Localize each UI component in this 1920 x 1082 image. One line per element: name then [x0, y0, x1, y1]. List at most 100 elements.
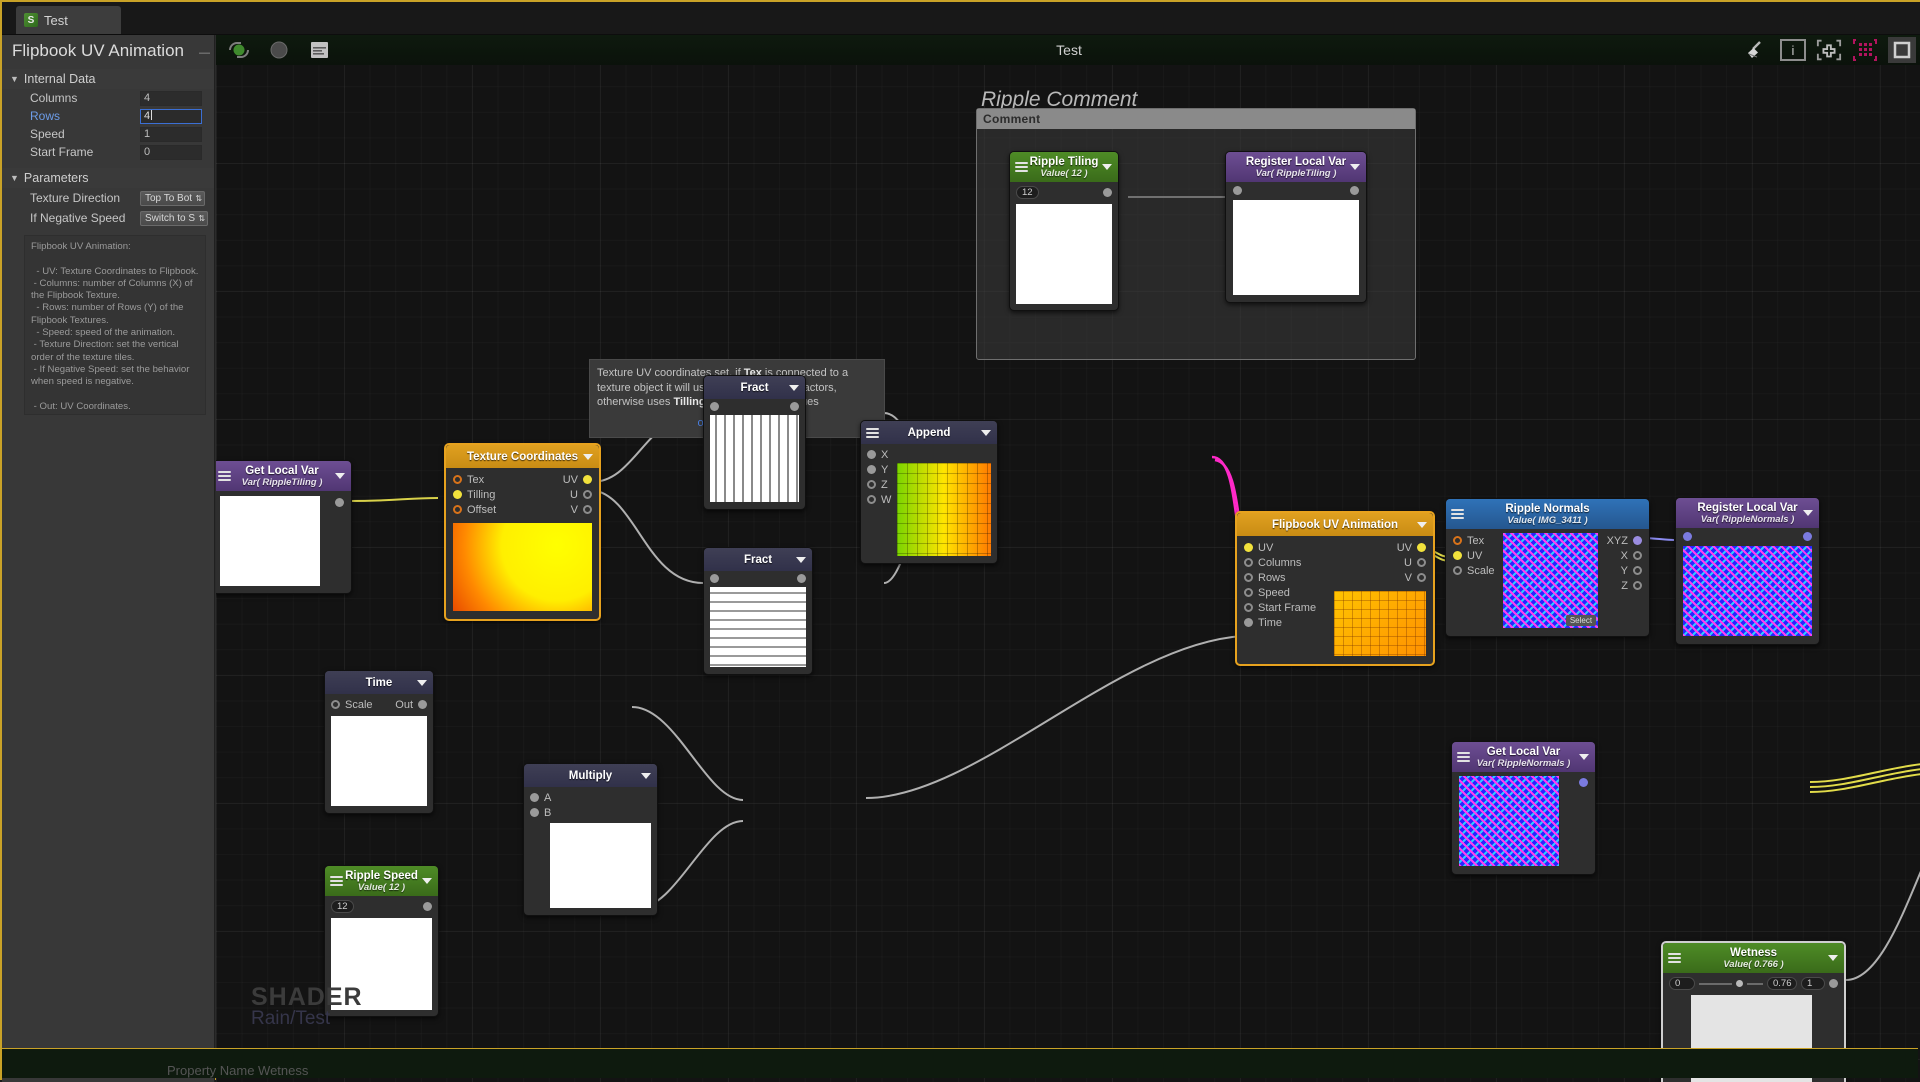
port-tilling[interactable]: Tilling — [453, 487, 496, 502]
port-dot[interactable] — [530, 808, 539, 817]
port-dot[interactable] — [867, 450, 876, 459]
info-icon[interactable]: i — [1780, 39, 1806, 61]
input-port[interactable] — [1233, 186, 1242, 195]
port-dot[interactable] — [867, 495, 876, 504]
chevron-down-icon[interactable] — [1102, 164, 1112, 170]
node-get-local-var-tiling[interactable]: Get Local Var Var( RippleTiling ) — [216, 460, 352, 594]
wetness-slider-knob[interactable] — [1736, 980, 1743, 987]
port-dot[interactable] — [1633, 536, 1642, 545]
chevron-down-icon[interactable] — [583, 453, 593, 460]
port-dot[interactable] — [867, 480, 876, 489]
node-time[interactable]: Time Scale Out — [324, 670, 434, 814]
chevron-down-icon[interactable] — [417, 679, 427, 686]
port-a[interactable]: A — [530, 790, 651, 805]
port-xyz[interactable]: XYZ — [1607, 533, 1642, 548]
port-dot[interactable] — [1244, 558, 1253, 567]
property-row-start-frame[interactable]: Start Frame 0 — [2, 143, 214, 161]
property-row-speed[interactable]: Speed 1 — [2, 125, 214, 143]
port-tex[interactable]: Tex — [1453, 533, 1495, 548]
node-get-local-var-normals[interactable]: Get Local Var Var( RippleNormals ) — [1451, 741, 1596, 875]
port-dot[interactable] — [418, 700, 427, 709]
node-header[interactable]: Register Local Var Var( RippleTiling ) — [1226, 152, 1366, 182]
lock-icon[interactable]: — — [199, 47, 210, 59]
port-scale[interactable]: Scale — [1453, 563, 1495, 578]
port-offset[interactable]: Offset — [453, 502, 496, 517]
port-time[interactable]: Time — [1244, 615, 1316, 630]
port-uv-out[interactable]: UV — [1334, 540, 1426, 555]
port-dot[interactable] — [1453, 551, 1462, 560]
port-dot[interactable] — [453, 505, 462, 514]
node-header[interactable]: Time — [325, 671, 433, 694]
port-dot[interactable] — [1244, 573, 1253, 582]
node-header[interactable]: Wetness Value( 0.766 ) — [1663, 943, 1844, 973]
port-uv-out[interactable]: UV — [563, 472, 592, 487]
node-ripple-speed[interactable]: Ripple Speed Value( 12 ) 12 — [324, 865, 439, 1017]
node-ripple-normals[interactable]: Ripple Normals Value( IMG_3411 ) Tex UV … — [1445, 498, 1650, 637]
node-fract-top[interactable]: Fract — [703, 375, 806, 510]
select-badge[interactable]: Select — [1565, 615, 1597, 626]
output-port[interactable] — [1350, 186, 1359, 195]
output-port[interactable] — [797, 574, 806, 583]
dropdown-if-negative-speed[interactable]: Switch to S ⇅ — [140, 210, 209, 226]
port-dot[interactable] — [1633, 581, 1642, 590]
port-u-out[interactable]: U — [1334, 555, 1426, 570]
node-header[interactable]: Ripple Speed Value( 12 ) — [325, 866, 438, 896]
port-dot[interactable] — [530, 793, 539, 802]
port-dot[interactable] — [1244, 603, 1253, 612]
chevron-down-icon[interactable] — [789, 384, 799, 391]
record-icon[interactable] — [264, 38, 294, 62]
node-header[interactable]: Fract — [704, 376, 805, 399]
chevron-down-icon[interactable] — [1350, 164, 1360, 170]
port-dot[interactable] — [867, 465, 876, 474]
node-ripple-tiling[interactable]: Ripple Tiling Value( 12 ) 12 — [1009, 151, 1119, 311]
input-start-frame[interactable]: 0 — [140, 144, 202, 160]
port-z[interactable]: Z — [867, 477, 891, 492]
chevron-down-icon[interactable] — [1417, 521, 1427, 528]
section-internal-data[interactable]: ▼ Internal Data — [2, 69, 214, 89]
node-header[interactable]: Register Local Var Var( RippleNormals ) — [1676, 498, 1819, 528]
node-header[interactable]: Fract — [704, 548, 812, 571]
property-row-if-negative-speed[interactable]: If Negative Speed Switch to S ⇅ — [2, 208, 214, 228]
port-scale[interactable]: Scale — [331, 697, 373, 712]
output-port[interactable] — [1103, 188, 1112, 197]
node-multiply[interactable]: Multiply A B — [523, 763, 658, 916]
port-dot[interactable] — [453, 475, 462, 484]
node-header[interactable]: Multiply — [524, 764, 657, 787]
input-wetness-max[interactable]: 1 — [1801, 977, 1825, 990]
port-y[interactable]: Y — [1607, 563, 1642, 578]
input-columns[interactable]: 4 — [140, 90, 202, 106]
port-rows[interactable]: Rows — [1244, 570, 1316, 585]
node-header[interactable]: Append — [861, 421, 997, 444]
output-port[interactable] — [1579, 778, 1588, 787]
output-port[interactable] — [790, 402, 799, 411]
port-dot[interactable] — [453, 490, 462, 499]
port-dot[interactable] — [1633, 551, 1642, 560]
chevron-down-icon[interactable] — [422, 878, 432, 884]
port-columns[interactable]: Columns — [1244, 555, 1316, 570]
port-dot[interactable] — [331, 700, 340, 709]
port-dot[interactable] — [1453, 566, 1462, 575]
menu-icon[interactable] — [1015, 162, 1028, 172]
menu-icon[interactable] — [218, 471, 231, 481]
node-header[interactable]: Ripple Normals Value( IMG_3411 ) — [1446, 499, 1649, 529]
port-v-out[interactable]: V — [1334, 570, 1426, 585]
shader-graph-canvas[interactable]: Test i Ripple Comment Comment Ripple Til… — [216, 35, 1920, 1082]
port-dot[interactable] — [583, 475, 592, 484]
chevron-down-icon[interactable] — [641, 772, 651, 779]
port-dot[interactable] — [1417, 573, 1426, 582]
output-port[interactable] — [1803, 532, 1812, 541]
grid-icon[interactable] — [1852, 39, 1878, 61]
input-ripple-tiling-value[interactable]: 12 — [1016, 186, 1039, 199]
node-header[interactable]: Ripple Tiling Value( 12 ) — [1010, 152, 1118, 182]
input-ripple-speed-value[interactable]: 12 — [331, 900, 354, 913]
port-y[interactable]: Y — [867, 462, 891, 477]
node-register-local-var-normals[interactable]: Register Local Var Var( RippleNormals ) — [1675, 497, 1820, 645]
property-row-columns[interactable]: Columns 4 — [2, 89, 214, 107]
port-dot[interactable] — [1244, 543, 1253, 552]
property-row-texture-direction[interactable]: Texture Direction Top To Bot ⇅ — [2, 188, 214, 208]
port-x[interactable]: X — [867, 447, 891, 462]
port-z[interactable]: Z — [1607, 578, 1642, 593]
menu-icon[interactable] — [866, 427, 879, 438]
refresh-icon[interactable] — [224, 38, 254, 62]
node-texture-coordinates[interactable]: Texture Coordinates Tex Tilling Offset U… — [444, 443, 601, 621]
